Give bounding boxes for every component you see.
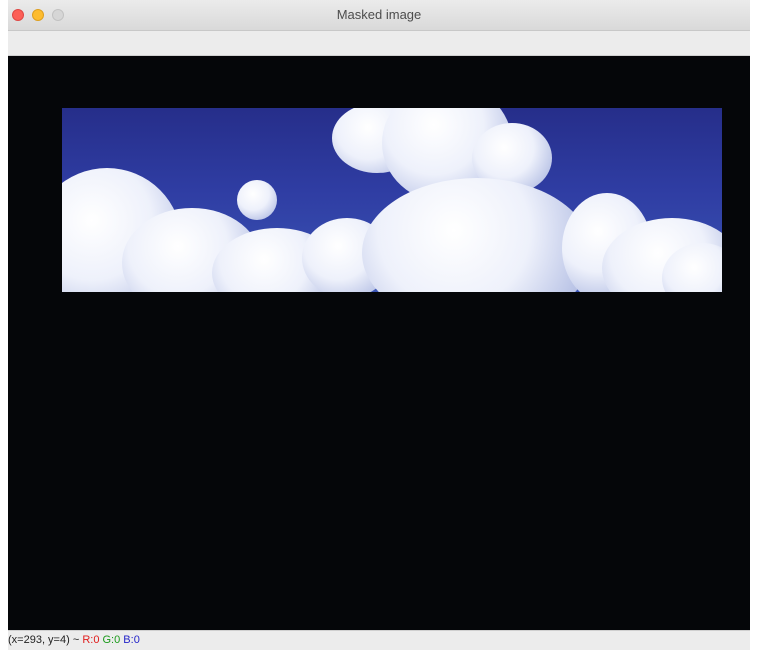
cursor-coordinates: (x=293, y=4) ~ <box>8 634 80 646</box>
status-bar: (x=293, y=4) ~ R:0 G:0 B:0 <box>8 630 750 650</box>
image-canvas[interactable] <box>8 56 750 630</box>
green-channel-value: G:0 <box>102 634 121 646</box>
blue-channel-value: B:0 <box>123 634 140 646</box>
window-title: Masked image <box>336 7 422 22</box>
red-channel-value: R:0 <box>82 634 100 646</box>
cloud-shape <box>237 180 277 220</box>
masked-image-region <box>62 108 722 292</box>
cloud-shape <box>362 178 592 292</box>
titlebar[interactable]: Masked image <box>8 0 750 31</box>
toolbar <box>8 31 750 56</box>
image-window: Masked image (x=293, y=4) ~ R:0 G:0 B:0 <box>8 0 750 650</box>
